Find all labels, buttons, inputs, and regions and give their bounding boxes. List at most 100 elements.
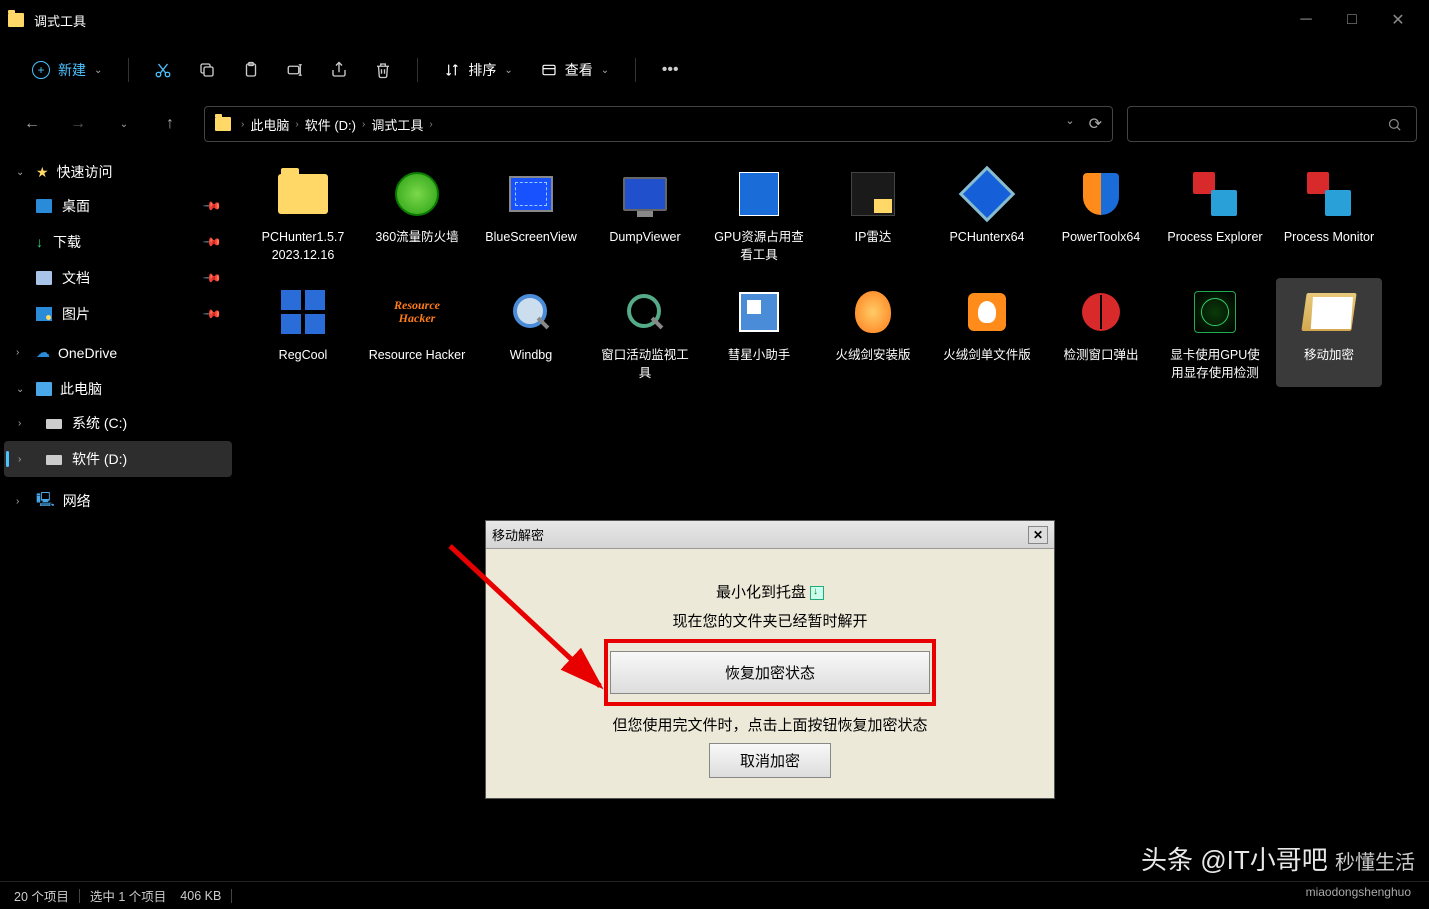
- highlight-box: 恢复加密状态: [604, 639, 936, 706]
- minimize-to-tray[interactable]: 最小化到托盘: [716, 584, 806, 601]
- file-item[interactable]: PowerToolx64: [1048, 160, 1154, 268]
- file-item[interactable]: Process Explorer: [1162, 160, 1268, 268]
- breadcrumb-item[interactable]: 此电脑: [250, 115, 289, 134]
- folder-open-icon: [1299, 282, 1359, 342]
- shield-icon: [1071, 164, 1131, 224]
- file-label: Resource Hacker: [369, 346, 466, 364]
- file-label: 火绒剑单文件版: [943, 346, 1031, 364]
- sidebar-onedrive[interactable]: ›☁OneDrive: [4, 338, 232, 367]
- file-item[interactable]: 火绒剑安装版: [820, 278, 926, 386]
- file-label: BlueScreenView: [485, 228, 577, 246]
- status-bar: 20 个项目 选中 1 个项目 406 KB: [0, 881, 1429, 909]
- sidebar-item-drive-c[interactable]: ›系统 (C:): [4, 405, 232, 441]
- sidebar-item-drive-d[interactable]: ›软件 (D:): [4, 441, 232, 477]
- file-item[interactable]: Windbg: [478, 278, 584, 386]
- search-input[interactable]: [1127, 106, 1417, 142]
- sidebar-item-documents[interactable]: 文档📌: [4, 260, 232, 296]
- breadcrumb-item[interactable]: 调式工具: [371, 115, 423, 134]
- new-button[interactable]: + 新建 ⌄: [20, 54, 114, 86]
- file-item[interactable]: GPU资源占用查看工具: [706, 160, 812, 268]
- tray-icon: [810, 586, 824, 600]
- watermark: 头条 @IT小哥吧 秒懂生活: [1141, 840, 1415, 877]
- file-item[interactable]: 360流量防火墙: [364, 160, 470, 268]
- view-button[interactable]: 查看 ⌄: [529, 50, 621, 90]
- new-label: 新建: [58, 60, 86, 80]
- file-label: 检测窗口弹出: [1063, 346, 1138, 364]
- breadcrumb[interactable]: › 此电脑 › 软件 (D:) › 调式工具 › ⌄ ⟳: [204, 106, 1113, 142]
- file-item[interactable]: ResourceHackerResource Hacker: [364, 278, 470, 386]
- file-item[interactable]: Process Monitor: [1276, 160, 1382, 268]
- file-label: PCHunter1.5.7 2023.12.16: [254, 228, 352, 264]
- sort-button[interactable]: 排序 ⌄: [432, 50, 524, 90]
- file-item[interactable]: 移动加密: [1276, 278, 1382, 386]
- up-button[interactable]: ↑: [150, 104, 190, 144]
- file-item[interactable]: RegCool: [250, 278, 356, 386]
- file-item[interactable]: BlueScreenView: [478, 160, 584, 268]
- green-circle-icon: [387, 164, 447, 224]
- rename-button[interactable]: [275, 50, 315, 90]
- dialog-message: 现在您的文件夹已经暂时解开: [516, 610, 1024, 631]
- file-label: RegCool: [279, 346, 328, 364]
- minimize-button[interactable]: ─: [1283, 0, 1329, 40]
- sidebar-network[interactable]: ›🖳网络: [4, 483, 232, 519]
- cancel-encrypt-button[interactable]: 取消加密: [709, 743, 831, 778]
- refresh-icon[interactable]: ⟳: [1089, 114, 1102, 134]
- file-label: 显卡使用GPU使用显存使用检测: [1166, 346, 1264, 382]
- copy-button[interactable]: [187, 50, 227, 90]
- cut-button[interactable]: [143, 50, 183, 90]
- delete-button[interactable]: [363, 50, 403, 90]
- maximize-button[interactable]: □: [1329, 0, 1375, 40]
- bluescreen-icon: [501, 164, 561, 224]
- selected-count: 选中 1 个项目: [90, 886, 166, 905]
- paste-button[interactable]: [231, 50, 271, 90]
- monitor-icon: [615, 164, 675, 224]
- file-item[interactable]: PCHunter1.5.7 2023.12.16: [250, 160, 356, 268]
- share-button[interactable]: [319, 50, 359, 90]
- close-button[interactable]: ✕: [1375, 0, 1421, 40]
- file-item[interactable]: 显卡使用GPU使用显存使用检测: [1162, 278, 1268, 386]
- radar-icon: [843, 164, 903, 224]
- ladybug-icon: [1071, 282, 1131, 342]
- mag-blue-icon: [501, 282, 561, 342]
- sidebar-item-downloads[interactable]: ↓下载📌: [4, 224, 232, 260]
- pin-icon: 📌: [202, 268, 222, 288]
- file-label: Process Explorer: [1167, 228, 1262, 246]
- sidebar-label: 快速访问: [57, 162, 113, 182]
- file-item[interactable]: DumpViewer: [592, 160, 698, 268]
- sidebar-item-desktop[interactable]: 桌面📌: [4, 188, 232, 224]
- shield-diamond-icon: [957, 164, 1017, 224]
- sidebar-this-pc[interactable]: ⌄此电脑: [4, 373, 232, 405]
- file-item[interactable]: PCHunterx64: [934, 160, 1040, 268]
- pin-icon: 📌: [202, 304, 222, 324]
- dialog-hint: 但您使用完文件时，点击上面按钮恢复加密状态: [516, 714, 1024, 735]
- radar-green-icon: [1185, 282, 1245, 342]
- file-item[interactable]: 彗星小助手: [706, 278, 812, 386]
- file-label: PCHunterx64: [949, 228, 1024, 246]
- sidebar-item-pictures[interactable]: 图片📌: [4, 296, 232, 332]
- file-item[interactable]: 窗口活动监视工具: [592, 278, 698, 386]
- forward-button[interactable]: →: [58, 104, 98, 144]
- file-label: Process Monitor: [1284, 228, 1374, 246]
- file-label: GPU资源占用查看工具: [710, 228, 808, 264]
- watermark-url: miaodongshenghuo: [1306, 885, 1411, 899]
- file-label: 360流量防火墙: [375, 228, 458, 246]
- pin-icon: 📌: [202, 196, 222, 216]
- flame-icon: [843, 282, 903, 342]
- file-item[interactable]: IP雷达: [820, 160, 926, 268]
- more-button[interactable]: •••: [650, 50, 690, 90]
- file-label: PowerToolx64: [1062, 228, 1141, 246]
- file-label: 火绒剑安装版: [835, 346, 910, 364]
- sidebar-quick-access[interactable]: ⌄★ 快速访问: [4, 156, 232, 188]
- proc-icon: [1299, 164, 1359, 224]
- restore-encrypt-button[interactable]: 恢复加密状态: [610, 651, 930, 694]
- file-item[interactable]: 检测窗口弹出: [1048, 278, 1154, 386]
- chevron-down-icon[interactable]: ⌄: [1065, 114, 1074, 134]
- sort-label: 排序: [468, 60, 496, 80]
- back-button[interactable]: ←: [12, 104, 52, 144]
- dialog-close-button[interactable]: ✕: [1028, 526, 1048, 544]
- recent-button[interactable]: ⌄: [104, 104, 144, 144]
- file-label: 移动加密: [1304, 346, 1354, 364]
- file-item[interactable]: 火绒剑单文件版: [934, 278, 1040, 386]
- breadcrumb-item[interactable]: 软件 (D:): [305, 115, 356, 134]
- file-label: Windbg: [510, 346, 552, 364]
